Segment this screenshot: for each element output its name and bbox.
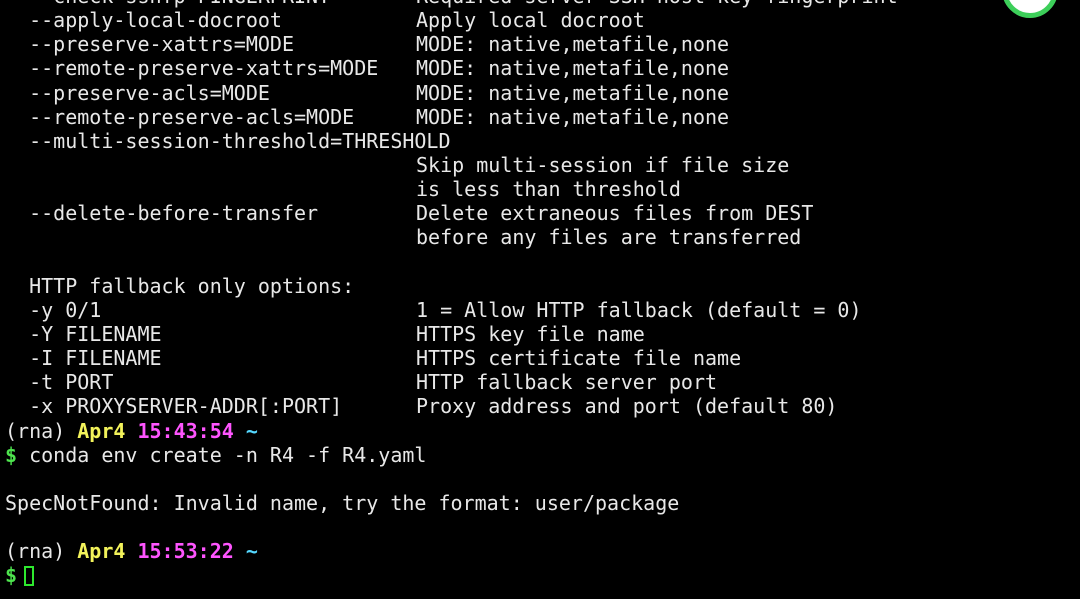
option-description: HTTPS key file name <box>416 321 645 346</box>
prompt-dir: ~ <box>245 539 258 564</box>
option-row: -y 0/1 1 = Allow HTTP fallback (default =… <box>5 298 1080 322</box>
prompt-date: Apr4 <box>77 418 126 443</box>
option-description: MODE: native,metafile,none <box>416 104 730 129</box>
option-flag: -Y FILENAME <box>5 321 162 346</box>
option-description: 1 = Allow HTTP fallback (default = 0) <box>416 297 862 322</box>
option-description: Skip multi-session if file size <box>416 152 790 177</box>
error-message: SpecNotFound: Invalid name, try the form… <box>5 490 680 515</box>
option-row: -Y FILENAME HTTPS key file name <box>5 322 1080 346</box>
option-flag: --remote-preserve-acls=MODE <box>5 104 355 129</box>
shell-prompt: (rna) Apr4 15:43:54 ~ <box>5 419 1080 443</box>
option-description: Delete extraneous files from DEST <box>416 201 814 226</box>
prompt-symbol: $ <box>5 442 18 467</box>
option-description: MODE: native,metafile,none <box>416 80 730 105</box>
prompt-env: (rna) <box>5 539 78 564</box>
option-flag: -x PROXYSERVER-ADDR[:PORT] <box>5 394 343 419</box>
command-line: $ conda env create -n R4 -f R4.yaml <box>5 443 1080 467</box>
terminal-window[interactable]: --check-sshfp=FINGERPRINT Required server… <box>0 0 1080 599</box>
prompt-dir: ~ <box>245 418 258 443</box>
text-cursor <box>24 566 35 587</box>
option-row: --remote-preserve-xattrs=MODE MODE: nativ… <box>5 56 1080 80</box>
option-row: --preserve-acls=MODE MODE: native,metafil… <box>5 81 1080 105</box>
option-description: before any files are transferred <box>416 225 802 250</box>
option-flag: --remote-preserve-xattrs=MODE <box>5 56 379 81</box>
option-flag: -y 0/1 <box>5 297 102 322</box>
command-input-line[interactable]: $ <box>5 563 1080 587</box>
option-row: --check-sshfp=FINGERPRINT Required server… <box>5 0 1080 8</box>
option-flag: --preserve-acls=MODE <box>5 80 270 105</box>
option-description: Required server SSH host key fingerprint <box>416 0 898 8</box>
option-row: --delete-before-transfer Delete extraneou… <box>5 201 1080 225</box>
prompt-symbol: $ <box>5 563 18 588</box>
option-description: HTTPS certificate file name <box>416 346 742 371</box>
option-row: --multi-session-threshold=THRESHOLD <box>5 129 1080 153</box>
option-flag: --check-sshfp=FINGERPRINT <box>5 0 330 8</box>
option-flag: --apply-local-docroot <box>5 8 282 33</box>
option-row: --preserve-xattrs=MODE MODE: native,metaf… <box>5 32 1080 56</box>
option-row: -x PROXYSERVER-ADDR[:PORT] Proxy address … <box>5 394 1080 418</box>
option-flag: -t PORT <box>5 370 114 395</box>
option-flag: --delete-before-transfer <box>5 201 319 226</box>
terminal-output: --check-sshfp=FINGERPRINT Required server… <box>5 0 1080 588</box>
prompt-date: Apr4 <box>77 539 126 564</box>
option-flag: --preserve-xattrs=MODE <box>5 32 294 57</box>
command-text: conda env create -n R4 -f R4.yaml <box>17 442 427 467</box>
prompt-time: 15:43:54 <box>137 418 234 443</box>
option-description: Apply local docroot <box>416 8 645 33</box>
option-row: before any files are transferred <box>5 225 1080 249</box>
option-row: -t PORT HTTP fallback server port <box>5 370 1080 394</box>
shell-prompt: (rna) Apr4 15:53:22 ~ <box>5 539 1080 563</box>
option-description: HTTP fallback server port <box>416 370 718 395</box>
option-flag: --multi-session-threshold=THRESHOLD <box>5 128 451 153</box>
option-description: MODE: native,metafile,none <box>416 56 730 81</box>
prompt-env: (rna) <box>5 418 78 443</box>
option-description: MODE: native,metafile,none <box>416 32 730 57</box>
option-row: Skip multi-session if file size <box>5 153 1080 177</box>
section-heading: HTTP fallback only options: <box>5 273 355 298</box>
prompt-time: 15:53:22 <box>137 539 234 564</box>
option-row: -I FILENAME HTTPS certificate file name <box>5 346 1080 370</box>
option-row: is less than threshold <box>5 177 1080 201</box>
option-flag: -I FILENAME <box>5 346 162 371</box>
option-row: --remote-preserve-acls=MODE MODE: native,… <box>5 105 1080 129</box>
option-row: --apply-local-docroot Apply local docroot <box>5 8 1080 32</box>
option-description: Proxy address and port (default 80) <box>416 394 838 419</box>
option-description: is less than threshold <box>416 177 681 202</box>
